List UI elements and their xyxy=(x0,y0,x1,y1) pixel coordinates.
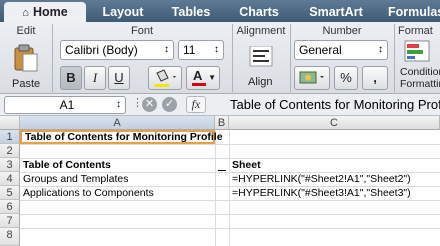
currency-icon xyxy=(299,71,324,84)
column-header-b[interactable]: B xyxy=(215,116,229,130)
percent-button[interactable]: % xyxy=(334,66,358,90)
cell-c4[interactable]: =HYPERLINK("#Sheet2!A1","Sheet2") xyxy=(229,172,440,186)
row-header-8[interactable]: 8 xyxy=(0,228,20,246)
ribbon: Edit Font Alignment Number Format Paste … xyxy=(0,22,440,94)
row-header-2[interactable]: 2 xyxy=(0,144,20,158)
gridline xyxy=(20,200,440,201)
name-box[interactable]: A1 ↕ xyxy=(4,96,126,114)
column-header-a[interactable]: A xyxy=(20,116,215,130)
paste-button[interactable]: Paste xyxy=(8,44,44,90)
formula-input[interactable]: Table of Contents for Monitoring Profile xyxy=(230,96,440,114)
currency-format-button[interactable] xyxy=(294,66,330,90)
number-format-select[interactable]: General ↕ xyxy=(294,40,388,60)
row-header-1[interactable]: 1 xyxy=(0,130,20,144)
group-font-header: Font xyxy=(130,25,153,37)
fill-color-button[interactable] xyxy=(148,66,182,90)
tab-formulas[interactable]: Formulas xyxy=(382,2,440,22)
align-lines-icon xyxy=(249,46,273,67)
cancel-icon[interactable]: ✕ xyxy=(142,97,157,112)
font-size-select[interactable]: 11 ↕ xyxy=(178,40,224,60)
group-alignment-header: Alignment xyxy=(236,25,286,37)
align-button[interactable]: Align xyxy=(244,44,278,90)
gridline xyxy=(20,228,440,229)
confirm-icon[interactable]: ✓ xyxy=(162,97,177,112)
comma-style-button[interactable]: , xyxy=(362,66,388,90)
cell-a3[interactable]: Table of Contents xyxy=(20,158,215,172)
chevron-down-icon: ▼ xyxy=(208,73,216,82)
clipboard-icon xyxy=(14,44,38,72)
dropdown-arrows-icon: ↕ xyxy=(378,44,383,55)
cell-b3-mark xyxy=(218,170,226,171)
bold-button[interactable]: B xyxy=(60,66,82,90)
dropdown-arrows-icon: ↕ xyxy=(116,99,121,110)
row-header-5[interactable]: 5 xyxy=(0,186,20,200)
spreadsheet-grid: A B C 1 2 3 4 5 6 7 8 Table of Contents … xyxy=(0,116,440,246)
cell-a4[interactable]: Groups and Templates xyxy=(20,172,215,186)
tab-layout[interactable]: Layout xyxy=(90,2,156,22)
tab-smartart[interactable]: SmartArt xyxy=(296,2,376,22)
group-number-header: Number xyxy=(322,25,362,37)
cell-c3[interactable]: Sheet xyxy=(229,158,429,172)
select-all-corner[interactable] xyxy=(0,116,20,130)
group-edit-header: Edit xyxy=(16,25,36,37)
group-format-header: Format xyxy=(398,25,433,37)
ribbon-tab-bar: ⌂ Home Layout Tables Charts SmartArt Form… xyxy=(0,0,440,22)
tab-charts[interactable]: Charts xyxy=(228,2,290,22)
tab-home[interactable]: ⌂ Home xyxy=(4,2,86,22)
gridline xyxy=(215,130,216,246)
insert-function-button[interactable]: fx xyxy=(186,96,206,113)
paint-bucket-icon xyxy=(155,69,176,87)
row-header-7[interactable]: 7 xyxy=(0,214,20,228)
cell-a1[interactable]: Table of Contents for Monitoring Profile xyxy=(20,130,223,144)
home-icon: ⌂ xyxy=(22,7,29,19)
row-header-6[interactable]: 6 xyxy=(0,200,20,214)
italic-button[interactable]: I xyxy=(84,66,106,90)
font-color-swatch xyxy=(192,83,206,86)
dropdown-arrows-icon: ↕ xyxy=(164,44,169,55)
cell-a5[interactable]: Applications to Components xyxy=(20,186,215,200)
row-header-4[interactable]: 4 xyxy=(0,172,20,186)
cell-c5[interactable]: =HYPERLINK("#Sheet3!A1","Sheet3") xyxy=(229,186,440,200)
font-color-button[interactable]: A ▼ xyxy=(186,66,220,90)
conditional-formatting-button[interactable]: Conditional Formatting xyxy=(398,40,440,92)
row-header-3[interactable]: 3 xyxy=(0,158,20,172)
conditional-formatting-icon xyxy=(404,40,430,62)
gridline xyxy=(20,214,440,215)
underline-button[interactable]: U xyxy=(108,66,130,90)
dropdown-arrows-icon: ↕ xyxy=(214,44,219,55)
gridline xyxy=(20,144,440,145)
column-header-c[interactable]: C xyxy=(229,116,440,130)
tab-tables[interactable]: Tables xyxy=(160,2,222,22)
formula-bar: A1 ↕ ⋮ ✕ ✓ fx Table of Contents for Monit… xyxy=(0,94,440,116)
font-name-select[interactable]: Calibri (Body) ↕ xyxy=(60,40,174,60)
